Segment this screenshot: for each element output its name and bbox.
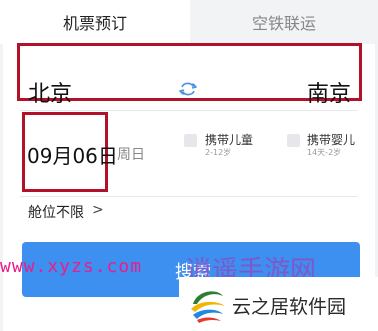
swap-icon[interactable]	[176, 79, 200, 99]
tab-flight-booking[interactable]: 机票预订	[0, 0, 190, 44]
left-edge-shade	[0, 44, 3, 331]
divider	[20, 110, 358, 111]
tab-bar: 机票预订 空铁联运	[0, 0, 378, 44]
departure-weekday: 周日	[117, 147, 145, 163]
infant-age-range: 14天-2岁	[307, 148, 342, 157]
brand-logo-icon	[187, 282, 229, 326]
chevron-right-icon[interactable]: >	[92, 202, 104, 218]
watermark-url: www.xyzs.com	[0, 256, 143, 277]
child-age-range: 2-12岁	[205, 148, 232, 157]
arrival-city[interactable]: 南京	[307, 76, 351, 108]
child-option-label[interactable]: 携带儿童	[205, 131, 253, 148]
divider	[20, 196, 358, 197]
departure-date[interactable]: 09月06日	[27, 140, 118, 169]
tab-air-rail[interactable]: 空铁联运	[190, 0, 378, 44]
watermark-brand-name: 云之居软件园	[232, 296, 347, 318]
infant-checkbox[interactable]	[287, 134, 300, 147]
infant-option-label[interactable]: 携带婴儿	[307, 131, 355, 148]
departure-city[interactable]: 北京	[28, 76, 72, 108]
child-checkbox[interactable]	[184, 134, 197, 147]
cabin-class-selector[interactable]: 舱位不限	[28, 202, 84, 222]
